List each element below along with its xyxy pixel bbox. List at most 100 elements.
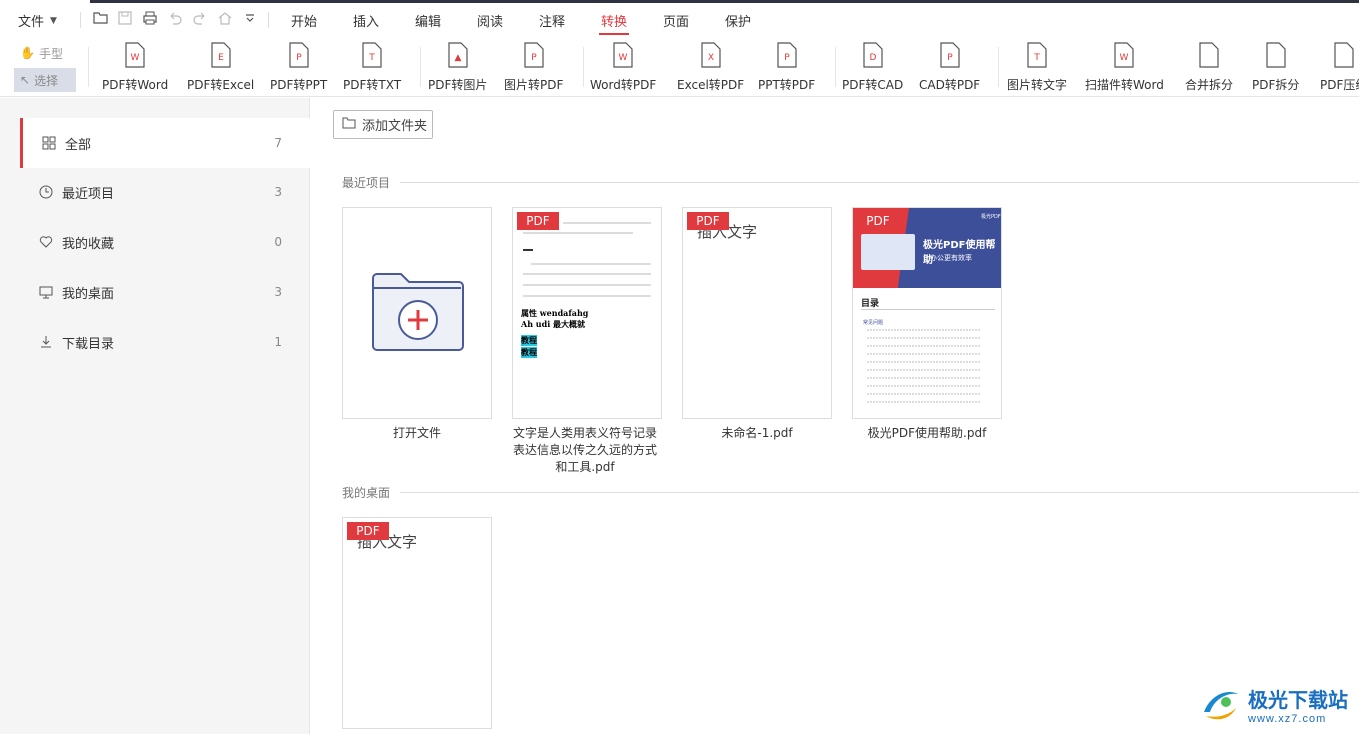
add-folder-icon bbox=[372, 273, 464, 351]
recent-file-card[interactable]: 极光PDF 极光PDF使用帮助 让办公更有效率 目录 常见问题 PDF bbox=[852, 207, 1002, 419]
add-folder-button[interactable]: 添加文件夹 bbox=[333, 110, 433, 139]
sidebar-item-count: 3 bbox=[274, 285, 282, 299]
ppt-to-pdf-button[interactable]: P PPT转PDF bbox=[758, 41, 815, 95]
sidebar-item-recent[interactable]: 最近项目 3 bbox=[20, 167, 310, 217]
sidebar-item-all[interactable]: 全部 7 bbox=[20, 118, 310, 168]
tab-annotate[interactable]: 注释 bbox=[539, 11, 565, 30]
svg-text:D: D bbox=[869, 53, 876, 63]
tool-label: PDF转PPT bbox=[270, 78, 328, 92]
folder-icon bbox=[342, 117, 356, 133]
recent-file-card[interactable]: 属性 wendafahg Ah udi 最大概就 教程 教程 PDF bbox=[512, 207, 662, 419]
section-recent: 最近项目 bbox=[342, 174, 1359, 191]
ribbon-toolbar: ✋ 手型 ↖ 选择 W PDF转Word E PDF转Excel P PDF转PPT T PDF转… bbox=[0, 37, 1359, 97]
save-icon[interactable] bbox=[116, 9, 134, 27]
tab-convert[interactable]: 转换 bbox=[598, 11, 630, 35]
grid-icon bbox=[41, 135, 57, 151]
sidebar-item-count: 3 bbox=[274, 185, 282, 199]
desktop-file-card[interactable]: 插入文字 PDF bbox=[342, 517, 492, 729]
help-thumbnail: 极光PDF 极光PDF使用帮助 让办公更有效率 目录 常见问题 bbox=[853, 208, 1001, 418]
image-to-pdf-icon: P bbox=[523, 41, 545, 69]
download-icon bbox=[38, 334, 54, 350]
svg-text:T: T bbox=[368, 53, 375, 63]
excel-to-pdf-button[interactable]: X Excel转PDF bbox=[677, 41, 744, 95]
dropdown-icon[interactable] bbox=[241, 9, 259, 27]
pdf-to-cad-icon: D bbox=[862, 41, 884, 69]
tab-edit[interactable]: 编辑 bbox=[415, 11, 441, 30]
tool-label: 扫描件转Word bbox=[1085, 78, 1164, 92]
tool-label: 图片转文字 bbox=[1007, 78, 1068, 92]
tab-start[interactable]: 开始 bbox=[291, 11, 317, 30]
tab-protect[interactable]: 保护 bbox=[725, 11, 751, 30]
image-to-text-button[interactable]: T 图片转文字 bbox=[1007, 41, 1067, 95]
clock-icon bbox=[38, 184, 54, 200]
image-to-pdf-button[interactable]: P 图片转PDF bbox=[504, 41, 563, 95]
word-to-pdf-button[interactable]: W Word转PDF bbox=[590, 41, 656, 95]
pdf-to-ppt-icon: P bbox=[288, 41, 310, 69]
redo-icon[interactable] bbox=[191, 9, 209, 27]
print-icon[interactable] bbox=[141, 9, 159, 27]
pdf-to-ppt-button[interactable]: P PDF转PPT bbox=[270, 41, 327, 95]
sidebar-item-label: 我的桌面 bbox=[62, 286, 115, 302]
svg-text:X: X bbox=[707, 53, 713, 63]
sidebar-item-label: 全部 bbox=[65, 137, 92, 153]
merge-split-button[interactable]: 合并拆分 bbox=[1185, 41, 1233, 95]
svg-text:W: W bbox=[1120, 53, 1129, 63]
tool-label: PDF压缩 bbox=[1320, 78, 1359, 92]
pdf-to-image-icon: ▲ bbox=[447, 41, 469, 69]
watermark-title: 极光下载站 bbox=[1248, 687, 1348, 712]
pdf-to-txt-button[interactable]: T PDF转TXT bbox=[343, 41, 401, 95]
cursor-icon: ↖ bbox=[20, 73, 31, 87]
divider bbox=[420, 47, 421, 87]
select-tool-button[interactable]: ↖ 选择 bbox=[14, 68, 76, 92]
file-name: 文字是人类用表义符号记录表达信息以传之久远的方式和工具.pdf bbox=[512, 426, 657, 474]
pdf-to-cad-button[interactable]: D PDF转CAD bbox=[842, 41, 903, 95]
tool-label: PDF转Word bbox=[102, 78, 169, 92]
file-name: 未命名-1.pdf bbox=[721, 426, 793, 440]
pdf-badge: PDF bbox=[347, 522, 389, 540]
recent-file-card[interactable]: 插入文字 PDF bbox=[682, 207, 832, 419]
tab-insert[interactable]: 插入 bbox=[353, 11, 379, 30]
pdf-to-excel-button[interactable]: E PDF转Excel bbox=[187, 41, 254, 95]
pdf-compress-icon bbox=[1333, 41, 1355, 69]
sidebar-item-label: 我的收藏 bbox=[62, 236, 115, 252]
word-to-pdf-icon: W bbox=[612, 41, 634, 69]
tool-label: PDF转TXT bbox=[343, 78, 402, 92]
scan-to-word-button[interactable]: W 扫描件转Word bbox=[1085, 41, 1164, 95]
tool-label: CAD转PDF bbox=[919, 78, 981, 92]
cad-to-pdf-button[interactable]: P CAD转PDF bbox=[919, 41, 980, 95]
open-file-card[interactable] bbox=[342, 207, 492, 419]
pdf-to-txt-icon: T bbox=[361, 41, 383, 69]
home-icon[interactable] bbox=[216, 9, 234, 27]
sidebar-item-favorites[interactable]: 我的收藏 0 bbox=[20, 217, 310, 267]
pdf-compress-button[interactable]: PDF压缩 bbox=[1320, 41, 1359, 95]
pdf-to-word-button[interactable]: W PDF转Word bbox=[102, 41, 168, 95]
sidebar-item-downloads[interactable]: 下载目录 1 bbox=[20, 317, 310, 367]
chevron-down-icon: ▼ bbox=[50, 15, 57, 26]
tab-page[interactable]: 页面 bbox=[663, 11, 689, 30]
thumb-highlight: 教程 bbox=[521, 347, 537, 358]
tab-read[interactable]: 阅读 bbox=[477, 11, 503, 30]
pdf-to-word-icon: W bbox=[124, 41, 146, 69]
undo-icon[interactable] bbox=[166, 9, 184, 27]
file-menu-label: 文件 bbox=[18, 15, 45, 30]
tool-label: 图片转PDF bbox=[504, 78, 564, 92]
pdf-badge: PDF bbox=[857, 212, 899, 230]
open-folder-icon[interactable] bbox=[92, 9, 110, 27]
tool-label: PDF拆分 bbox=[1252, 78, 1300, 92]
sidebar-item-label: 最近项目 bbox=[62, 186, 115, 202]
tool-label: 合并拆分 bbox=[1185, 78, 1234, 92]
section-title: 我的桌面 bbox=[342, 486, 391, 500]
sidebar-item-label: 下载目录 bbox=[62, 336, 115, 352]
heart-icon bbox=[38, 234, 54, 250]
sidebar-item-desktop[interactable]: 我的桌面 3 bbox=[20, 267, 310, 317]
divider bbox=[80, 12, 81, 28]
pdf-to-image-button[interactable]: ▲ PDF转图片 bbox=[428, 41, 487, 95]
watermark: 极光下载站 www.xz7.com bbox=[1198, 682, 1348, 726]
hand-icon: ✋ bbox=[20, 46, 35, 60]
file-menu[interactable]: 文件 ▼ bbox=[18, 11, 57, 30]
document-thumbnail: 属性 wendafahg Ah udi 最大概就 教程 教程 bbox=[513, 208, 661, 418]
pdf-split-button[interactable]: PDF拆分 bbox=[1252, 41, 1299, 95]
section-desktop: 我的桌面 bbox=[342, 484, 1359, 501]
hand-tool-button[interactable]: ✋ 手型 bbox=[14, 41, 76, 65]
svg-text:T: T bbox=[1033, 53, 1040, 63]
